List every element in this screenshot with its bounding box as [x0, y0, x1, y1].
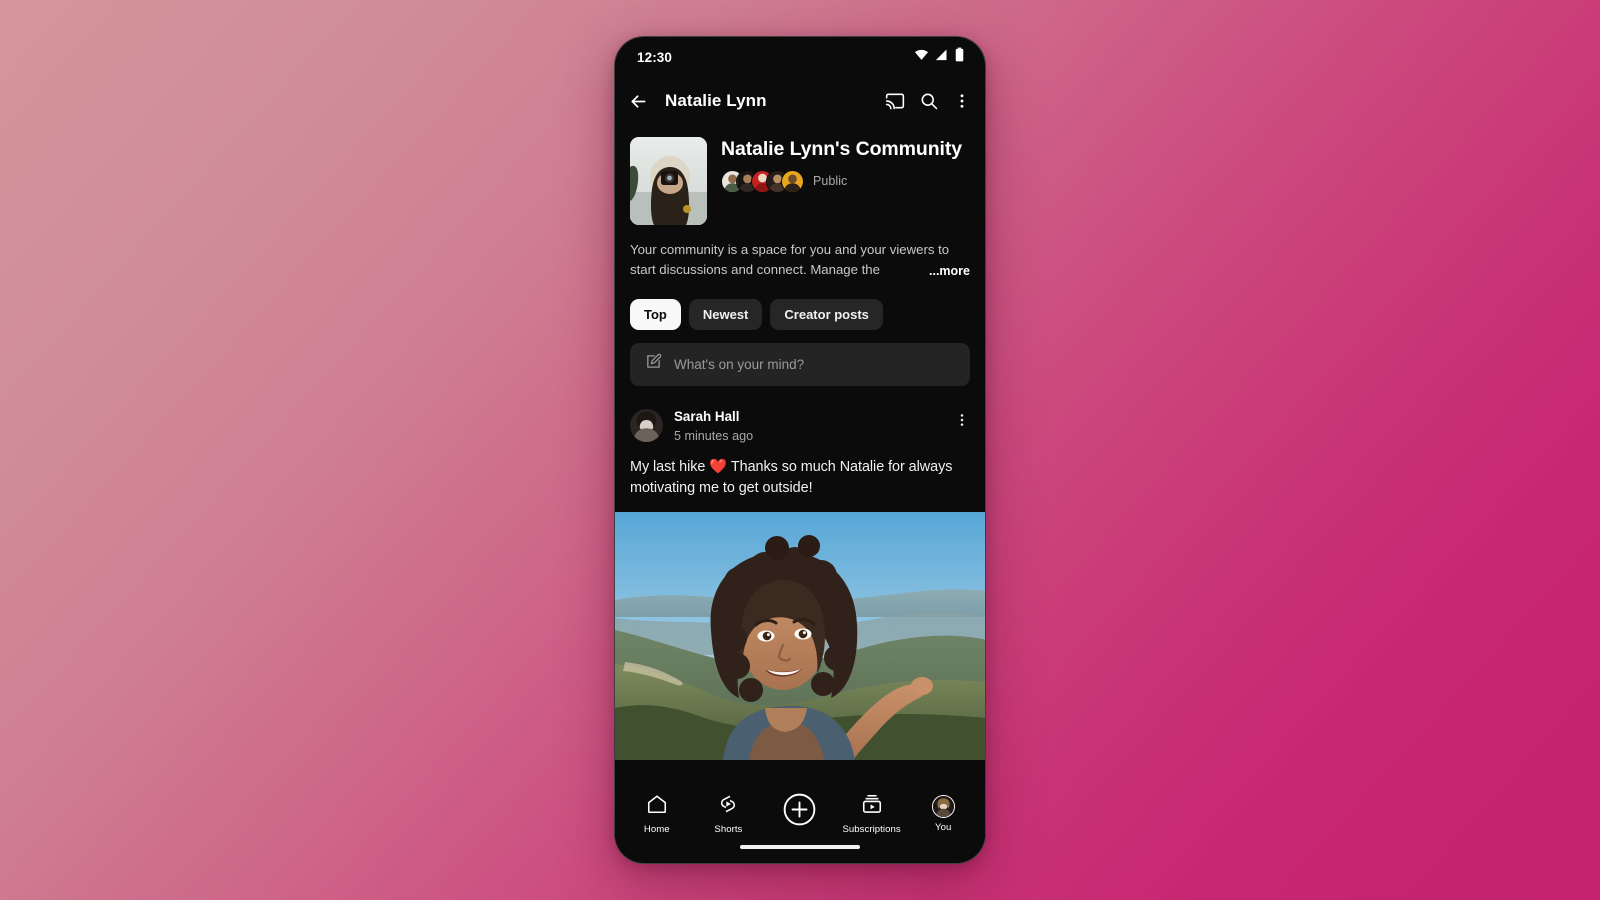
post-author-name: Sarah Hall: [674, 408, 740, 424]
home-indicator: [615, 845, 985, 863]
nav-label-subscriptions: Subscriptions: [842, 824, 901, 835]
nav-item-shorts[interactable]: Shorts: [696, 793, 760, 835]
cellular-signal-icon: [934, 47, 949, 67]
shorts-icon: [717, 793, 739, 820]
nav-label-you: You: [935, 822, 952, 833]
status-icons: [914, 47, 965, 67]
nav-label-home: Home: [643, 824, 670, 835]
community-meta: Natalie Lynn's Community Public: [721, 137, 969, 225]
show-more-button[interactable]: ...more: [891, 261, 970, 281]
post-more-vertical-icon[interactable]: [954, 408, 970, 433]
nav-label-shorts: Shorts: [714, 824, 743, 835]
visibility-label: Public: [813, 174, 848, 189]
post-image[interactable]: [615, 511, 985, 760]
create-plus-icon: [782, 792, 817, 832]
bottom-navigation: Home Shorts Subscriptions You: [615, 783, 985, 845]
nav-item-subscriptions[interactable]: Subscriptions: [840, 793, 904, 835]
composer-placeholder: What's on your mind?: [674, 356, 805, 372]
compose-pencil-icon: [645, 353, 662, 375]
phone-frame: 12:30 Natalie Lynn Natalie Lynn's Commun…: [614, 36, 986, 864]
account-avatar-icon: [931, 795, 955, 818]
community-description: Your community is a space for you and yo…: [630, 240, 970, 281]
member-avatar: [781, 169, 804, 193]
back-arrow-icon[interactable]: [628, 91, 649, 112]
post-body-text: My last hike ❤️ Thanks so much Natalie f…: [630, 458, 953, 496]
home-icon: [646, 793, 668, 820]
scroll-content[interactable]: Natalie Lynn's Community Public Your com…: [615, 125, 985, 783]
member-avatar-stack[interactable]: [721, 169, 804, 193]
post-timestamp: 5 minutes ago: [674, 429, 754, 443]
post-author-avatar[interactable]: [630, 408, 663, 442]
filter-chip-creator-posts[interactable]: Creator posts: [770, 298, 883, 330]
nav-item-you[interactable]: You: [911, 795, 975, 833]
community-post: Sarah Hall 5 minutes ago My last hike ❤️…: [615, 386, 985, 760]
subscriptions-icon: [861, 793, 883, 820]
filter-chip-newest[interactable]: Newest: [688, 298, 763, 330]
filter-chip-row: Top Newest Creator posts: [615, 281, 985, 330]
community-header: Natalie Lynn's Community Public: [615, 125, 985, 225]
search-icon[interactable]: [919, 91, 939, 111]
post-header: Sarah Hall 5 minutes ago: [630, 408, 970, 446]
status-time: 12:30: [637, 49, 673, 65]
wifi-icon: [914, 47, 929, 67]
app-bar: Natalie Lynn: [615, 77, 985, 125]
post-identity: Sarah Hall 5 minutes ago: [674, 408, 943, 446]
status-bar: 12:30: [615, 37, 985, 77]
cast-icon[interactable]: [885, 91, 905, 111]
community-thumbnail[interactable]: [630, 137, 707, 225]
community-subline: Public: [721, 169, 969, 193]
page-title: Natalie Lynn: [665, 91, 767, 110]
battery-icon: [954, 47, 965, 67]
composer-field[interactable]: What's on your mind?: [630, 342, 970, 386]
filter-chip-top[interactable]: Top: [630, 298, 681, 330]
community-title: Natalie Lynn's Community: [721, 138, 962, 160]
more-vertical-icon[interactable]: [953, 92, 971, 110]
nav-item-create[interactable]: [768, 792, 832, 836]
nav-item-home[interactable]: Home: [625, 793, 689, 835]
